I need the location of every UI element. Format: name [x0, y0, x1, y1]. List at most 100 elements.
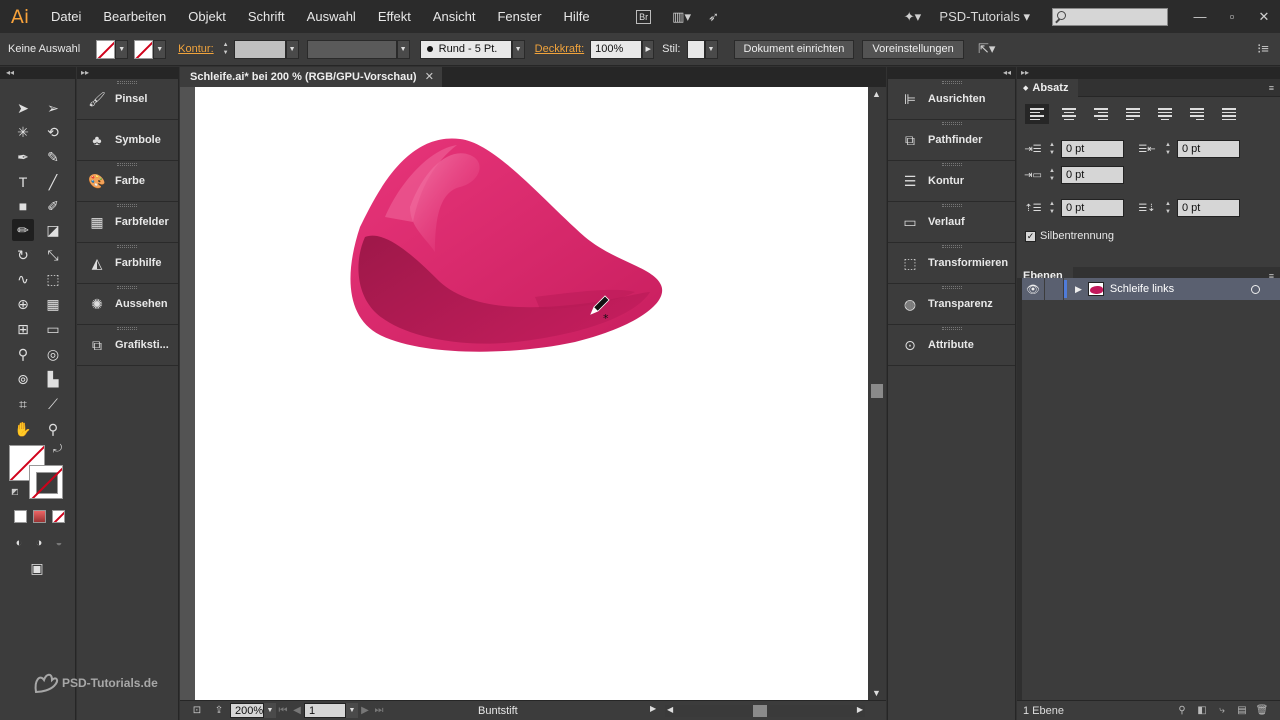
scale-tool-icon[interactable]: ⤡: [42, 244, 64, 266]
horizontal-scroll-thumb[interactable]: [753, 705, 767, 717]
line-tool-icon[interactable]: ╱: [42, 171, 64, 193]
sync-settings-icon[interactable]: ✦▾: [899, 7, 925, 27]
document-setup-button[interactable]: Dokument einrichten: [733, 39, 855, 59]
vertical-scrollbar[interactable]: ▲ ▼: [868, 87, 886, 700]
space-after-field[interactable]: 0 pt: [1177, 199, 1240, 217]
left-indent-field[interactable]: 0 pt: [1061, 140, 1124, 158]
locate-object-icon[interactable]: ⚲: [1172, 703, 1192, 719]
right-indent-stepper[interactable]: ▲ ▼: [1163, 140, 1173, 158]
panel-grip[interactable]: [117, 245, 137, 248]
mesh-tool-icon[interactable]: ⊞: [12, 318, 34, 340]
panel-grip[interactable]: [942, 286, 962, 289]
justify-all-icon[interactable]: [1217, 104, 1241, 124]
control-menu-icon[interactable]: ⁝≡: [1250, 39, 1276, 59]
rectangle-tool-icon[interactable]: ■: [12, 195, 34, 217]
scroll-up-icon[interactable]: ▲: [872, 89, 881, 99]
panel-grafikstile[interactable]: ⧉ Grafiksti...: [77, 325, 178, 366]
warp-tool-icon[interactable]: ∿: [12, 268, 34, 290]
artboard-number-field[interactable]: 1: [304, 703, 346, 718]
panel-grip[interactable]: [117, 327, 137, 330]
align-center-icon[interactable]: [1057, 104, 1081, 124]
hand-tool-icon[interactable]: ✋: [12, 418, 34, 440]
pencil-tool-icon[interactable]: ✏: [12, 219, 34, 241]
stroke-label-link[interactable]: Kontur:: [178, 43, 213, 55]
menu-schrift[interactable]: Schrift: [237, 0, 296, 33]
stroke-swatch[interactable]: [134, 39, 154, 59]
menu-effekt[interactable]: Effekt: [367, 0, 422, 33]
scroll-right-icon[interactable]: ▶: [857, 705, 863, 714]
panel-ausrichten[interactable]: ⊫ Ausrichten: [888, 79, 1015, 120]
lasso-tool-icon[interactable]: ⟲: [42, 121, 64, 143]
document-tab[interactable]: Schleife.ai* bei 200 % (RGB/GPU-Vorschau…: [180, 67, 442, 87]
magic-wand-tool-icon[interactable]: ✳: [12, 121, 34, 143]
canvas-area[interactable]: *: [180, 87, 886, 700]
zoom-tool-icon[interactable]: ⚲: [42, 418, 64, 440]
toolbox-collapse-icon[interactable]: ◂◂: [0, 67, 75, 79]
left-dock-expand-icon[interactable]: ▸▸: [77, 67, 178, 79]
last-artboard-icon[interactable]: ⏭: [372, 703, 386, 719]
stroke-weight-field[interactable]: [233, 39, 286, 59]
brush-dropdown-icon[interactable]: ▼: [511, 39, 525, 59]
justify-last-right-icon[interactable]: [1185, 104, 1209, 124]
layer-name[interactable]: Schleife links: [1110, 283, 1174, 295]
menu-hilfe[interactable]: Hilfe: [553, 0, 601, 33]
opacity-field[interactable]: 100%: [590, 39, 643, 59]
visibility-eye-icon[interactable]: 👁: [1022, 283, 1044, 296]
panel-kontur[interactable]: ☰ Kontur: [888, 161, 1015, 202]
gpu-rocket-icon[interactable]: ➶: [701, 7, 727, 27]
menu-fenster[interactable]: Fenster: [486, 0, 552, 33]
panel-transformieren[interactable]: ⬚ Transformieren: [888, 243, 1015, 284]
vertical-scroll-thumb[interactable]: [871, 384, 883, 398]
paintbrush-tool-icon[interactable]: ✐: [42, 195, 64, 217]
menu-ansicht[interactable]: Ansicht: [422, 0, 487, 33]
close-window-icon[interactable]: ✕: [1248, 0, 1280, 33]
style-dropdown-icon[interactable]: ▼: [704, 39, 718, 59]
brush-definition[interactable]: Rund - 5 Pt.: [419, 39, 512, 59]
menu-datei[interactable]: Datei: [40, 0, 92, 33]
eraser-tool-icon[interactable]: ◪: [42, 219, 64, 241]
panel-farbfelder[interactable]: ▦ Farbfelder: [77, 202, 178, 243]
help-search-input[interactable]: [1052, 7, 1168, 26]
paragraph-panel-tab[interactable]: ◆ Absatz: [1017, 78, 1079, 97]
first-line-indent-field[interactable]: 0 pt: [1061, 166, 1124, 184]
direct-selection-tool-icon[interactable]: ➢: [42, 97, 64, 119]
panel-transparenz[interactable]: ◍ Transparenz: [888, 284, 1015, 325]
panel-grip[interactable]: [117, 163, 137, 166]
color-mode-icon[interactable]: [14, 510, 27, 523]
space-before-field[interactable]: 0 pt: [1061, 199, 1124, 217]
align-options-icon[interactable]: ⇱▾: [974, 39, 1000, 59]
zoom-dropdown-icon[interactable]: ▼: [264, 703, 276, 718]
preferences-button[interactable]: Voreinstellungen: [862, 39, 964, 59]
delete-layer-icon[interactable]: 🗑: [1252, 703, 1272, 719]
panel-grip[interactable]: [942, 245, 962, 248]
workspace-switcher[interactable]: PSD-Tutorials ▾: [939, 9, 1030, 25]
default-fill-stroke-icon[interactable]: ◩: [11, 487, 19, 496]
panel-pinsel[interactable]: 🖌 Pinsel: [77, 79, 178, 120]
panel-grip[interactable]: [942, 81, 962, 84]
lock-toggle[interactable]: [1044, 278, 1064, 300]
slice-tool-icon[interactable]: ⟋: [42, 393, 64, 415]
share-icon[interactable]: ⇪: [208, 703, 230, 719]
panel-grip[interactable]: [942, 327, 962, 330]
eyedropper-tool-icon[interactable]: ⚲: [12, 343, 34, 365]
free-transform-tool-icon[interactable]: ⬚: [42, 268, 64, 290]
type-tool-icon[interactable]: T: [12, 171, 34, 193]
arrange-documents-icon[interactable]: ▥▾: [669, 7, 695, 27]
selection-tool-icon[interactable]: ➤: [12, 97, 34, 119]
paragraph-panel-menu-icon[interactable]: ≡: [1269, 83, 1274, 93]
curvature-tool-icon[interactable]: ✎: [42, 146, 64, 168]
new-layer-icon[interactable]: ▤: [1232, 703, 1252, 719]
none-mode-icon[interactable]: [52, 510, 65, 523]
panel-grip[interactable]: [942, 163, 962, 166]
graphic-style-swatch[interactable]: [686, 39, 705, 59]
panel-grip[interactable]: [942, 204, 962, 207]
gradient-mode-icon[interactable]: [33, 510, 46, 523]
panel-attribute[interactable]: ⊙ Attribute: [888, 325, 1015, 366]
maximize-icon[interactable]: ▫: [1216, 0, 1248, 33]
stroke-weight-stepper[interactable]: ▲ ▼: [220, 40, 232, 59]
panel-symbole[interactable]: ♣ Symbole: [77, 120, 178, 161]
panel-aussehen[interactable]: ✺ Aussehen: [77, 284, 178, 325]
rotate-tool-icon[interactable]: ↻: [12, 244, 34, 266]
right-indent-field[interactable]: 0 pt: [1177, 140, 1240, 158]
artboard[interactable]: *: [195, 87, 868, 700]
